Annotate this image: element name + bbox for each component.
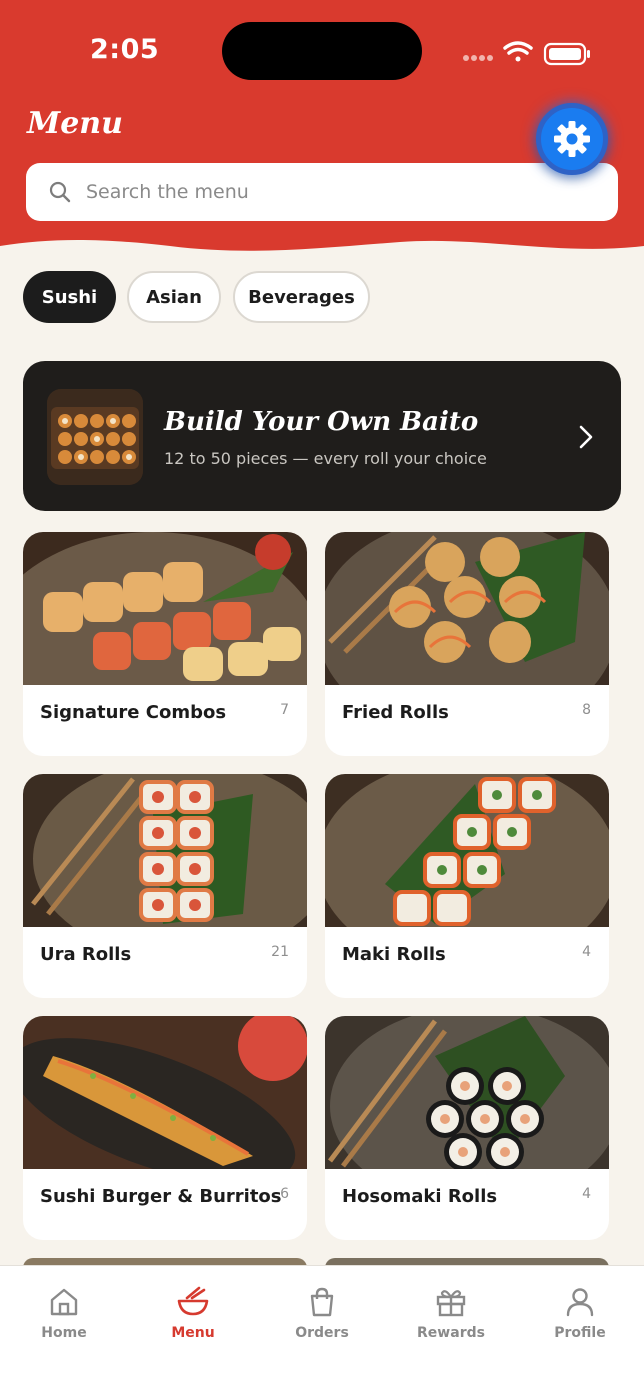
- promo-subtitle: 12 to 50 pieces — every roll your choice: [164, 449, 487, 468]
- nav-label: Profile: [554, 1325, 606, 1341]
- menu-card-hosomaki-rolls[interactable]: Hosomaki Rolls 4: [325, 1016, 609, 1240]
- menu-card-title: Signature Combos: [40, 702, 227, 723]
- menu-card-count: 4: [582, 1186, 591, 1202]
- hosomaki-rolls-image: [325, 1016, 609, 1169]
- menu-card-count: 6: [280, 1186, 289, 1202]
- menu-card-maki-rolls[interactable]: Maki Rolls 4: [325, 774, 609, 998]
- category-chip-asian[interactable]: Asian: [127, 271, 221, 323]
- bottom-nav: Home Menu Orders Rewards Profile: [0, 1265, 644, 1400]
- promo-title: Build Your Own Baito: [164, 407, 479, 437]
- menu-card-title: Hosomaki Rolls: [342, 1186, 498, 1207]
- person-icon: [566, 1288, 594, 1317]
- chevron-right-icon: [579, 425, 593, 449]
- nav-profile[interactable]: Profile: [530, 1286, 630, 1341]
- menu-card-title: Maki Rolls: [342, 944, 446, 965]
- page-title: Menu: [27, 106, 123, 141]
- menu-card-fried-rolls[interactable]: Fried Rolls 8: [325, 532, 609, 756]
- category-chip-sushi[interactable]: Sushi: [23, 271, 116, 323]
- battery-icon: [543, 42, 590, 66]
- category-chip-beverages[interactable]: Beverages: [233, 271, 370, 323]
- menu-card-signature-combos[interactable]: Signature Combos 7: [23, 532, 307, 756]
- search-input[interactable]: [86, 163, 556, 221]
- gift-icon: [436, 1290, 466, 1317]
- header: 2:05 Menu: [0, 0, 644, 262]
- fried-rolls-image: [325, 532, 609, 685]
- nav-orders[interactable]: Orders: [272, 1286, 372, 1341]
- nav-label: Rewards: [417, 1325, 485, 1341]
- gear-icon: [554, 121, 590, 157]
- ura-rolls-image: [23, 774, 307, 927]
- menu-card-count: 8: [582, 702, 591, 718]
- sushi-burger-burritos-image: [23, 1016, 307, 1169]
- dynamic-island: [222, 22, 422, 80]
- nav-label: Orders: [295, 1325, 349, 1341]
- nav-label: Home: [41, 1325, 87, 1341]
- home-icon: [50, 1288, 78, 1316]
- menu-card-count: 4: [582, 944, 591, 960]
- search-bar[interactable]: [26, 163, 618, 221]
- menu-card-title: Fried Rolls: [342, 702, 449, 723]
- nav-label: Menu: [171, 1325, 215, 1341]
- menu-card-title: Ura Rolls: [40, 944, 132, 965]
- maki-rolls-image: [325, 774, 609, 927]
- status-time: 2:05: [90, 34, 160, 65]
- menu-card-title: Sushi Burger & Burritos: [40, 1186, 282, 1207]
- nav-rewards[interactable]: Rewards: [401, 1286, 501, 1341]
- settings-button[interactable]: [536, 103, 608, 175]
- menu-card-ura-rolls[interactable]: Ura Rolls 21: [23, 774, 307, 998]
- menu-card-count: 21: [271, 944, 289, 960]
- signal-icon: [463, 55, 493, 61]
- bag-icon: [310, 1287, 334, 1317]
- nav-home[interactable]: Home: [14, 1286, 114, 1341]
- menu-card-count: 7: [280, 702, 289, 718]
- menu-card-sushi-burger-burritos[interactable]: Sushi Burger & Burritos 6: [23, 1016, 307, 1240]
- wifi-icon: [503, 41, 533, 62]
- search-icon: [49, 181, 71, 203]
- signature-combos-image: [23, 532, 307, 685]
- nav-menu[interactable]: Menu: [143, 1286, 243, 1341]
- build-your-own-banner[interactable]: Build Your Own Baito 12 to 50 pieces — e…: [23, 361, 621, 511]
- bowl-icon: [177, 1286, 209, 1316]
- status-icons: [463, 41, 590, 66]
- promo-image: [47, 389, 143, 485]
